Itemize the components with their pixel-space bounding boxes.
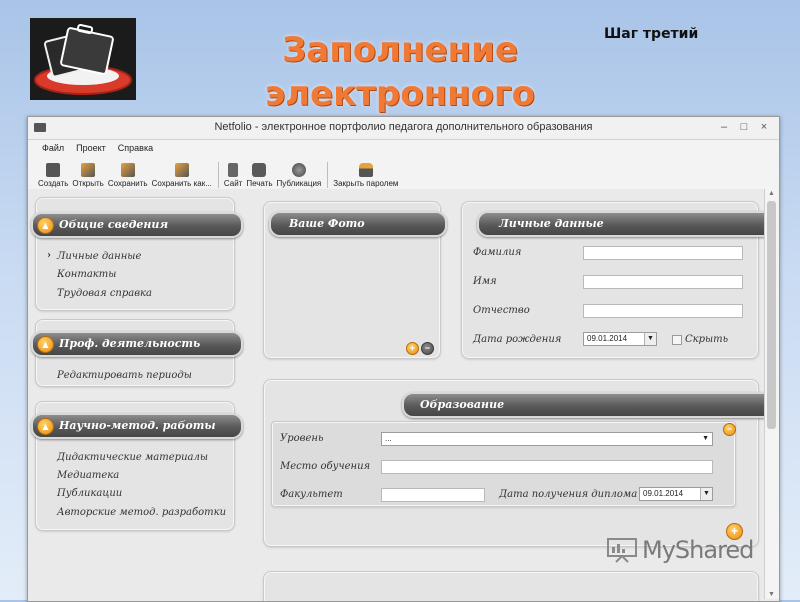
- section-title-research: Научно-метод. работы: [59, 419, 216, 432]
- save-as-label: Сохранить как...: [151, 179, 212, 188]
- hide-birthdate-checkbox[interactable]: [672, 335, 682, 345]
- watermark-text: MyShared: [642, 536, 754, 564]
- calendar-dropdown-icon[interactable]: ▼: [644, 333, 656, 345]
- lock-button[interactable]: Закрыть паролем: [333, 163, 398, 188]
- scroll-up-arrow-icon[interactable]: ▲: [768, 190, 775, 197]
- sidebar-item-contacts[interactable]: Контакты: [57, 269, 116, 280]
- sidebar-item-personal-data[interactable]: Личные данные: [47, 250, 141, 262]
- close-button[interactable]: ×: [755, 119, 773, 135]
- open-label: Открыть: [72, 179, 104, 188]
- sidebar-item-edit-periods[interactable]: Редактировать периоды: [57, 370, 192, 381]
- photo-panel-title: Ваше Фото: [289, 217, 365, 230]
- site-icon: [228, 163, 239, 177]
- publish-button[interactable]: Публикация: [276, 163, 322, 188]
- lock-label: Закрыть паролем: [333, 179, 399, 188]
- diploma-date-value: 09.01.2014: [643, 489, 684, 498]
- sidebar-item-work-record[interactable]: Трудовая справка: [57, 288, 152, 299]
- publish-label: Публикация: [276, 179, 322, 188]
- diploma-date-label: Дата получения диплома: [499, 489, 638, 500]
- netfolio-window: Netfolio - электронное портфолио педагог…: [27, 116, 780, 602]
- level-select[interactable]: ... ▼: [381, 432, 713, 446]
- diploma-date-picker[interactable]: 09.01.2014 ▼: [639, 487, 713, 501]
- birthdate-picker[interactable]: 09.01.2014 ▼: [583, 332, 657, 346]
- window-titlebar[interactable]: Netfolio - электронное портфолио педагог…: [28, 117, 779, 140]
- sidebar-item-author-methods[interactable]: Авторские метод. разработки: [57, 507, 226, 518]
- section-header-research[interactable]: ▲ Научно-метод. работы: [31, 413, 243, 439]
- chevron-down-icon: ▼: [702, 435, 709, 442]
- scroll-down-arrow-icon[interactable]: ▼: [768, 591, 775, 598]
- create-button[interactable]: Создать: [38, 163, 68, 188]
- patronymic-field[interactable]: [583, 304, 743, 318]
- surname-label: Фамилия: [473, 247, 522, 258]
- new-file-icon: [46, 163, 61, 177]
- name-field[interactable]: [583, 275, 743, 289]
- menu-project[interactable]: Проект: [76, 143, 106, 153]
- lock-icon: [358, 163, 373, 177]
- faculty-label: Факультет: [280, 489, 343, 500]
- minimize-button[interactable]: –: [715, 119, 733, 135]
- site-label: Сайт: [223, 179, 243, 188]
- chevron-up-icon: ▲: [37, 336, 54, 353]
- next-panel-edge: [263, 571, 759, 601]
- sidebar-item-media-library[interactable]: Медиатека: [57, 470, 119, 481]
- personal-panel-header: Личные данные: [477, 211, 779, 237]
- hide-birthdate-label: Скрыть: [685, 334, 729, 345]
- menu-file[interactable]: Файл: [42, 143, 64, 153]
- slide-title-line1: Заполнение: [282, 30, 518, 70]
- name-label: Имя: [473, 276, 497, 287]
- study-place-field[interactable]: [381, 460, 713, 474]
- study-place-label: Место обучения: [280, 461, 371, 472]
- add-photo-button[interactable]: +: [406, 342, 419, 355]
- window-title: Netfolio - электронное портфолио педагог…: [214, 121, 593, 133]
- maximize-button[interactable]: □: [735, 119, 753, 135]
- chevron-up-icon: ▲: [37, 418, 54, 435]
- scrollbar-thumb[interactable]: [767, 201, 776, 429]
- presentation-board-icon: [607, 538, 637, 563]
- level-label: Уровень: [280, 433, 324, 444]
- personal-panel-title: Личные данные: [499, 217, 604, 230]
- printer-icon: [252, 163, 267, 177]
- section-header-general[interactable]: ▲ Общие сведения: [31, 212, 243, 238]
- surname-field[interactable]: [583, 246, 743, 260]
- save-as-button[interactable]: Сохранить как...: [152, 163, 212, 188]
- education-panel-title: Образование: [420, 398, 505, 411]
- menu-help[interactable]: Справка: [118, 143, 153, 153]
- sidebar-item-publications[interactable]: Публикации: [57, 488, 122, 499]
- remove-photo-button[interactable]: −: [421, 342, 434, 355]
- birthdate-label: Дата рождения: [473, 334, 562, 345]
- toolbar-separator: [327, 162, 329, 188]
- print-label: Печать: [246, 179, 273, 188]
- portfolio-logo-image: [30, 18, 136, 100]
- patronymic-label: Отчество: [473, 305, 530, 316]
- birthdate-value: 09.01.2014: [587, 334, 628, 343]
- step-label: Шаг третий: [604, 26, 699, 42]
- open-folder-icon: [81, 163, 96, 177]
- sidebar-item-didactic-materials[interactable]: Дидактические материалы: [57, 452, 208, 463]
- remove-education-button[interactable]: −: [723, 423, 736, 436]
- level-value: ...: [385, 434, 392, 443]
- vertical-scrollbar[interactable]: ▲ ▼: [764, 189, 779, 599]
- print-button[interactable]: Печать: [246, 163, 273, 188]
- section-title-general: Общие сведения: [59, 218, 169, 231]
- education-panel-header: Образование: [402, 392, 778, 418]
- faculty-field[interactable]: [381, 488, 485, 502]
- chevron-up-icon: ▲: [37, 217, 54, 234]
- save-label: Сохранить: [107, 179, 148, 188]
- menu-bar: Файл Проект Справка: [28, 140, 779, 156]
- section-header-professional[interactable]: ▲ Проф. деятельность: [31, 331, 243, 357]
- save-button[interactable]: Сохранить: [108, 163, 148, 188]
- globe-icon: [291, 163, 306, 177]
- calendar-dropdown-icon[interactable]: ▼: [700, 488, 712, 500]
- open-button[interactable]: Открыть: [72, 163, 104, 188]
- toolbar-separator: [217, 162, 219, 188]
- site-button[interactable]: Сайт: [224, 163, 242, 188]
- create-label: Создать: [38, 179, 69, 188]
- section-title-professional: Проф. деятельность: [59, 337, 201, 350]
- save-as-icon: [174, 163, 189, 177]
- photo-panel-header: Ваше Фото: [269, 211, 447, 237]
- toolbar: Создать Открыть Сохранить Сохранить как.…: [28, 156, 779, 192]
- save-icon: [120, 163, 135, 177]
- watermark: MyShared: [606, 536, 754, 564]
